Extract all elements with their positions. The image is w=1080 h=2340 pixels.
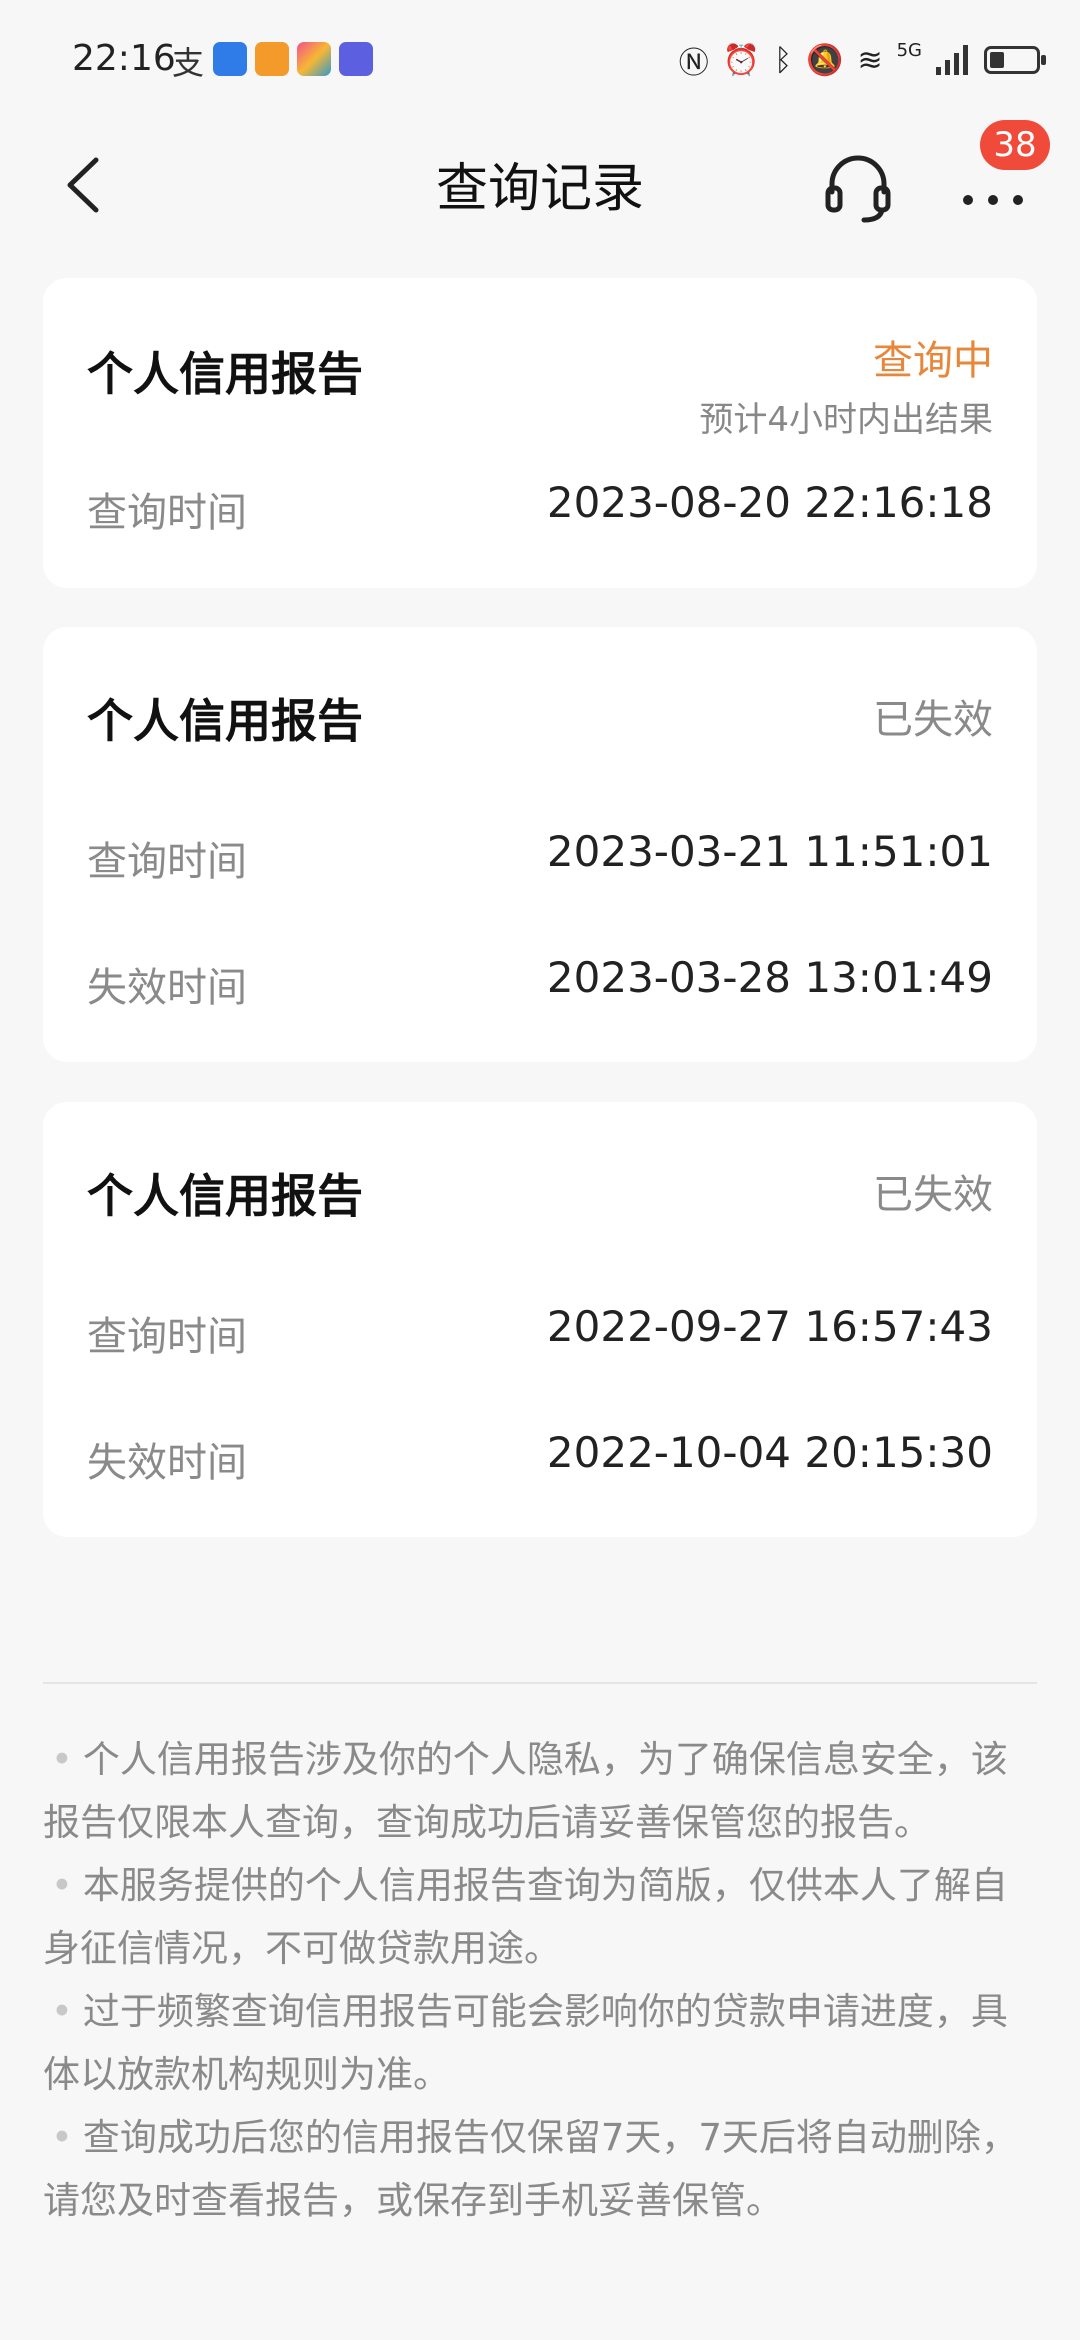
expire-time-label: 失效时间 bbox=[87, 965, 247, 1011]
status-badge: 查询中 bbox=[873, 338, 993, 384]
status-bar: 22:16 支 Ⓝ ⏰ ᛒ 🔕 ≋ 5G bbox=[0, 0, 1080, 120]
headset-icon[interactable] bbox=[822, 140, 894, 230]
status-badge: 已失效 bbox=[873, 1172, 993, 1218]
record-card[interactable]: 个人信用报告 已失效 查询时间 2022-09-27 16:57:43 失效时间… bbox=[43, 1102, 1037, 1537]
alipay-icon: 支 bbox=[172, 44, 205, 82]
note-item: • 个人信用报告涉及你的个人隐私，为了确保信息安全，该报告仅限本人查询，查询成功后… bbox=[43, 1738, 1008, 1844]
query-time-label: 查询时间 bbox=[87, 490, 247, 536]
notes-section: • 个人信用报告涉及你的个人隐私，为了确保信息安全，该报告仅限本人查询，查询成功后… bbox=[43, 1728, 1043, 2232]
note-item: • 查询成功后您的信用报告仅保留7天，7天后将自动删除，请您及时查看报告，或保存到… bbox=[43, 2116, 1018, 2222]
bullet-icon: • bbox=[51, 1990, 73, 2033]
page-title: 查询记录 bbox=[435, 159, 644, 219]
record-card[interactable]: 个人信用报告 查询中 预计4小时内出结果 查询时间 2023-08-20 22:… bbox=[43, 278, 1037, 588]
divider bbox=[43, 1682, 1037, 1684]
expire-time-value: 2022-10-04 20:15:30 bbox=[546, 1428, 993, 1477]
signal-icon: 5G bbox=[896, 39, 922, 61]
query-time-value: 2023-03-21 11:51:01 bbox=[546, 827, 993, 876]
app-icon-graduation bbox=[339, 42, 373, 76]
nfc-icon: Ⓝ bbox=[678, 46, 709, 81]
status-note: 预计4小时内出结果 bbox=[699, 400, 993, 440]
status-icons: Ⓝ ⏰ ᛒ 🔕 ≋ 5G bbox=[678, 38, 1046, 82]
bluetooth-icon: ᛒ bbox=[774, 42, 793, 78]
app-icon-orange bbox=[255, 42, 289, 76]
record-title: 个人信用报告 bbox=[87, 1169, 363, 1223]
status-badge: 已失效 bbox=[873, 697, 993, 743]
query-time-label: 查询时间 bbox=[87, 839, 247, 885]
query-time-value: 2023-08-20 22:16:18 bbox=[546, 478, 993, 527]
query-time-value: 2022-09-27 16:57:43 bbox=[546, 1302, 993, 1351]
expire-time-value: 2023-03-28 13:01:49 bbox=[546, 953, 993, 1002]
record-card[interactable]: 个人信用报告 已失效 查询时间 2023-03-21 11:51:01 失效时间… bbox=[43, 627, 1037, 1062]
record-title: 个人信用报告 bbox=[87, 347, 363, 401]
bullet-icon: • bbox=[51, 1738, 73, 1781]
bullet-icon: • bbox=[51, 1864, 73, 1907]
battery-icon bbox=[984, 46, 1046, 74]
notification-badge: 38 bbox=[980, 120, 1050, 170]
expire-time-label: 失效时间 bbox=[87, 1440, 247, 1486]
query-time-label: 查询时间 bbox=[87, 1314, 247, 1360]
signal-bars-icon bbox=[936, 45, 968, 75]
note-item: • 本服务提供的个人信用报告查询为简版，仅供本人了解自身征信情况，不可做贷款用途。 bbox=[43, 1864, 1008, 1970]
status-time: 22:16 bbox=[72, 38, 176, 79]
mute-icon: 🔕 bbox=[806, 42, 844, 78]
app-icon-colorful bbox=[297, 42, 331, 76]
wifi-icon: ≋ bbox=[857, 42, 883, 78]
note-item: • 过于频繁查询信用报告可能会影响你的贷款申请进度，具体以放款机构规则为准。 bbox=[43, 1990, 1008, 2096]
alarm-icon: ⏰ bbox=[722, 42, 761, 78]
record-title: 个人信用报告 bbox=[87, 694, 363, 748]
app-icon-blue bbox=[213, 42, 247, 76]
bullet-icon: • bbox=[51, 2116, 73, 2159]
